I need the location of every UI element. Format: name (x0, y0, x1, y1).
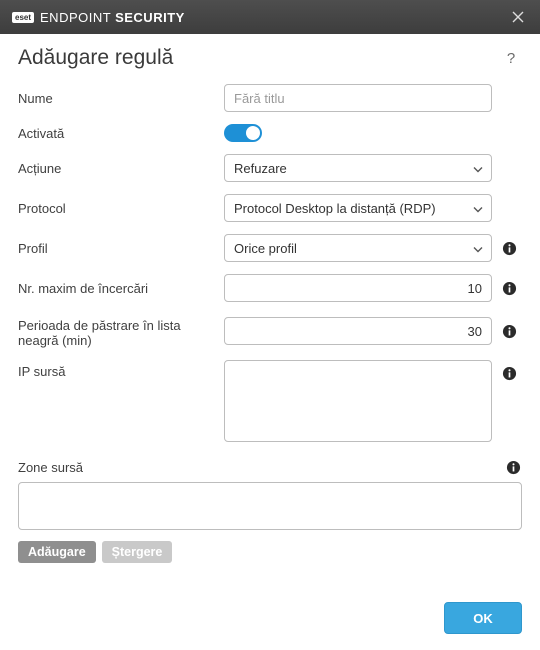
name-input[interactable] (224, 84, 492, 112)
zones-section: Zone sursă Adăugare Ștergere (18, 458, 522, 563)
info-button-source-ip[interactable] (500, 364, 518, 382)
brand: eset ENDPOINT SECURITY (12, 10, 185, 25)
label-blacklist-period: Perioada de păstrare în lista neagră (mi… (18, 314, 216, 348)
info-icon (502, 241, 517, 256)
help-icon: ? (507, 50, 515, 67)
brand-light: ENDPOINT (40, 10, 111, 25)
delete-zone-button: Ștergere (102, 541, 173, 563)
source-ip-input[interactable] (224, 360, 492, 442)
chevron-down-icon (473, 161, 483, 176)
info-icon (506, 460, 521, 475)
close-icon (512, 11, 524, 23)
label-profile: Profil (18, 241, 216, 256)
add-zone-button[interactable]: Adăugare (18, 541, 96, 563)
chevron-down-icon (473, 241, 483, 256)
chevron-down-icon (473, 201, 483, 216)
action-select[interactable]: Refuzare (224, 154, 492, 182)
ok-button[interactable]: OK (444, 602, 522, 634)
brand-badge: eset (12, 12, 34, 23)
close-button[interactable] (506, 5, 530, 29)
label-name: Nume (18, 91, 216, 106)
form: Nume Activată Acțiune Refuzare Protocol … (18, 84, 522, 442)
info-button-profile[interactable] (500, 239, 518, 257)
enabled-toggle[interactable] (224, 124, 262, 142)
action-selected: Refuzare (234, 161, 287, 176)
label-enabled: Activată (18, 126, 216, 141)
protocol-selected: Protocol Desktop la distanță (RDP) (234, 201, 436, 216)
help-button[interactable]: ? (500, 47, 522, 69)
brand-bold: SECURITY (115, 10, 185, 25)
profile-selected: Orice profil (234, 241, 297, 256)
info-icon (502, 366, 517, 381)
info-icon (502, 281, 517, 296)
label-max-attempts: Nr. maxim de încercări (18, 281, 216, 296)
label-action: Acțiune (18, 161, 216, 176)
label-protocol: Protocol (18, 201, 216, 216)
label-source-ip: IP sursă (18, 360, 216, 379)
brand-text: ENDPOINT SECURITY (40, 10, 185, 25)
profile-select[interactable]: Orice profil (224, 234, 492, 262)
protocol-select[interactable]: Protocol Desktop la distanță (RDP) (224, 194, 492, 222)
page-title: Adăugare regulă (18, 46, 500, 70)
label-zones: Zone sursă (18, 460, 504, 475)
info-button-zones[interactable] (504, 458, 522, 476)
titlebar: eset ENDPOINT SECURITY (0, 0, 540, 34)
max-attempts-input[interactable] (224, 274, 492, 302)
info-button-attempts[interactable] (500, 279, 518, 297)
blacklist-period-input[interactable] (224, 317, 492, 345)
toggle-knob (246, 126, 260, 140)
info-button-blacklist[interactable] (500, 322, 518, 340)
info-icon (502, 324, 517, 339)
footer: OK (0, 592, 540, 650)
zones-input[interactable] (18, 482, 522, 530)
